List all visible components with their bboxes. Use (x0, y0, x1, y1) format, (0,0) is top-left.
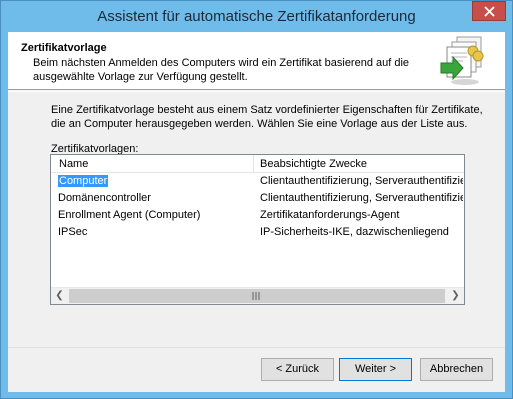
column-header-purpose[interactable]: Beabsichtigte Zwecke (260, 158, 367, 170)
template-name: Enrollment Agent (Computer) (58, 209, 201, 221)
header-divider (8, 91, 505, 92)
scroll-right-icon[interactable]: ❯ (447, 288, 464, 304)
window-title: Assistent für automatische Zertifikatanf… (97, 8, 416, 25)
list-item[interactable]: Domänencontroller Clientauthentifizierun… (51, 191, 464, 207)
template-purpose: Zertifikatanforderungs-Agent (260, 209, 400, 221)
close-button[interactable] (472, 1, 506, 21)
title-bar[interactable]: Assistent für automatische Zertifikatanf… (1, 1, 512, 32)
column-header-name[interactable]: Name (59, 158, 88, 170)
template-purpose: Clientauthentifizierung, Serverauthentif… (260, 192, 463, 204)
templates-list[interactable]: Name Beabsichtigte Zwecke Computer Clien… (50, 154, 465, 305)
scroll-left-icon[interactable]: ❮ (51, 288, 68, 304)
wizard-body: Zertifikatvorlage Beim nächsten Anmelden… (8, 32, 505, 392)
back-button-label: < Zurück (275, 363, 320, 375)
cancel-button[interactable]: Abbrechen (420, 358, 493, 381)
horizontal-scrollbar[interactable]: ❮ ❯ (51, 287, 464, 304)
back-button[interactable]: < Zurück (261, 358, 334, 381)
certificate-stack-icon (440, 36, 484, 85)
list-item[interactable]: Enrollment Agent (Computer) Zertifikatan… (51, 208, 464, 224)
intro-text: Eine Zertifikatvorlage besteht aus einem… (51, 104, 483, 130)
next-button-label: Weiter > (354, 363, 397, 375)
template-purpose: Clientauthentifizierung, Serverauthentif… (260, 175, 463, 187)
template-purpose: IP-Sicherheits-IKE, dazwischenliegend (260, 226, 449, 238)
wizard-window: Assistent für automatische Zertifikatanf… (0, 0, 513, 399)
grip-icon (252, 292, 260, 300)
next-button[interactable]: Weiter > (339, 358, 412, 381)
wizard-header: Zertifikatvorlage Beim nächsten Anmelden… (8, 32, 505, 90)
template-name: Computer (58, 175, 248, 187)
footer-divider (8, 347, 505, 348)
template-name: Domänencontroller (58, 192, 151, 204)
list-item[interactable]: Computer Clientauthentifizierung, Server… (51, 174, 464, 190)
close-icon (484, 6, 495, 17)
list-item[interactable]: IPSec IP-Sicherheits-IKE, dazwischenlieg… (51, 225, 464, 241)
scrollbar-thumb[interactable] (69, 289, 445, 303)
template-name: IPSec (58, 226, 88, 238)
cancel-button-label: Abbrechen (429, 363, 484, 375)
selected-template-name: Computer (58, 175, 109, 187)
column-divider[interactable] (253, 155, 254, 173)
page-title: Zertifikatvorlage (21, 42, 107, 54)
page-description: Beim nächsten Anmelden des Computers wir… (33, 57, 410, 83)
list-header: Name Beabsichtigte Zwecke (51, 155, 464, 173)
